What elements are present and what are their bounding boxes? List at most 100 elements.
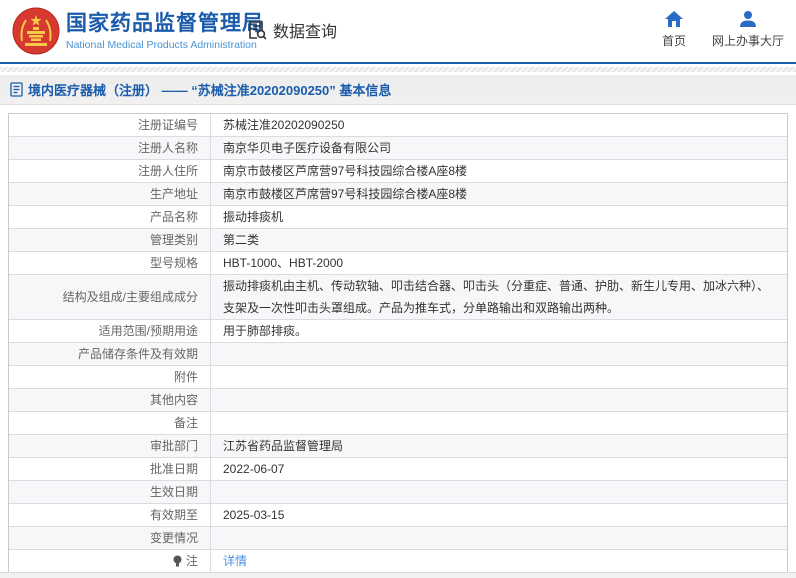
row-value — [211, 412, 787, 434]
row-value: 详情 — [211, 550, 787, 572]
row-label-text: 产品储存条件及有效期 — [77, 347, 198, 361]
row-value-text: 2025-03-15 — [223, 508, 285, 522]
table-row: 型号规格 HBT-1000、HBT-2000 — [9, 252, 787, 275]
row-label: 其他内容 — [9, 389, 211, 411]
row-label: 生产地址 — [9, 183, 211, 205]
breadcrumb: 境内医疗器械（注册） —— “苏械注准20202090250” 基本信息 — [0, 75, 796, 105]
row-value-text: 江苏省药品监督管理局 — [223, 439, 344, 453]
row-label: 适用范围/预期用途 — [9, 320, 211, 342]
row-value: 用于肺部排痰。 — [211, 320, 787, 342]
row-value-text: 振动排痰机 — [223, 210, 284, 224]
row-label-text: 其他内容 — [149, 393, 198, 407]
row-label-text: 注 — [185, 554, 198, 568]
national-emblem-logo — [12, 7, 60, 55]
row-label-text: 产品名称 — [149, 210, 198, 224]
row-label: 备注 — [9, 412, 211, 434]
row-label-text: 有效期至 — [149, 508, 198, 522]
page: 国家药品监督管理局 National Medical Products Admi… — [0, 0, 796, 578]
top-nav: 首页 网上办事大厅 — [662, 10, 784, 49]
row-value: 南京市鼓楼区芦席营97号科技园综合楼A座8楼 — [211, 183, 787, 205]
row-label: 注 — [9, 550, 211, 572]
data-query-menu[interactable]: 数据查询 — [246, 18, 337, 42]
row-value-text: 南京市鼓楼区芦席营97号科技园综合楼A座8楼 — [223, 187, 468, 201]
org-title-block: 国家药品监督管理局 National Medical Products Admi… — [66, 11, 264, 53]
row-label: 批准日期 — [9, 458, 211, 480]
row-label: 注册人名称 — [9, 137, 211, 159]
row-value — [211, 343, 787, 365]
row-label: 结构及组成/主要组成成分 — [9, 275, 211, 319]
row-label: 附件 — [9, 366, 211, 388]
table-row: 生产地址 南京市鼓楼区芦席营97号科技园综合楼A座8楼 — [9, 183, 787, 206]
table-row: 附件 — [9, 366, 787, 389]
row-label-text: 适用范围/预期用途 — [98, 324, 198, 338]
row-label-text: 注册人住所 — [137, 164, 198, 178]
note-icon — [172, 555, 183, 568]
registration-info-table: 注册证编号 苏械注准20202090250 注册人名称 南京华贝电子医疗设备有限… — [8, 113, 788, 573]
row-label: 审批部门 — [9, 435, 211, 457]
row-value-text: 振动排痰机由主机、传动软轴、叩击结合器、叩击头（分重症、普通、护肋、新生儿专用、… — [223, 279, 770, 315]
user-icon — [738, 10, 758, 28]
row-label: 生效日期 — [9, 481, 211, 503]
nav-service-hall[interactable]: 网上办事大厅 — [712, 10, 784, 49]
row-value-text: 苏械注准20202090250 — [223, 118, 345, 132]
row-label: 产品名称 — [9, 206, 211, 228]
row-label: 注册证编号 — [9, 114, 211, 136]
table-row: 其他内容 — [9, 389, 787, 412]
row-value: HBT-1000、HBT-2000 — [211, 252, 787, 274]
row-label-text: 备注 — [173, 416, 198, 430]
row-label-text: 生产地址 — [149, 187, 198, 201]
row-value-text: 南京华贝电子医疗设备有限公司 — [223, 141, 392, 155]
table-row: 管理类别 第二类 — [9, 229, 787, 252]
row-label-text: 结构及组成/主要组成成分 — [62, 290, 198, 304]
row-value: 2025-03-15 — [211, 504, 787, 526]
row-label-text: 型号规格 — [149, 256, 198, 270]
row-label: 变更情况 — [9, 527, 211, 549]
divider-texture — [0, 67, 796, 72]
table-row: 备注 — [9, 412, 787, 435]
row-label-text: 批准日期 — [149, 462, 198, 476]
data-query-icon — [246, 19, 268, 41]
row-label-text: 管理类别 — [149, 233, 198, 247]
home-icon — [664, 10, 684, 28]
row-label: 型号规格 — [9, 252, 211, 274]
row-label: 产品储存条件及有效期 — [9, 343, 211, 365]
row-value-text: HBT-1000、HBT-2000 — [223, 256, 344, 270]
row-value — [211, 366, 787, 388]
table-row: 有效期至 2025-03-15 — [9, 504, 787, 527]
row-value: 第二类 — [211, 229, 787, 251]
row-label-text: 审批部门 — [149, 439, 198, 453]
row-value-text: 第二类 — [223, 233, 260, 247]
org-name-cn: 国家药品监督管理局 — [66, 12, 264, 35]
detail-link[interactable]: 详情 — [223, 554, 247, 568]
nav-hall-label: 网上办事大厅 — [711, 34, 784, 48]
row-value: 2022-06-07 — [211, 458, 787, 480]
table-row: 审批部门 江苏省药品监督管理局 — [9, 435, 787, 458]
table-row: 适用范围/预期用途 用于肺部排痰。 — [9, 320, 787, 343]
nav-home-label: 首页 — [661, 34, 686, 48]
row-label: 管理类别 — [9, 229, 211, 251]
row-label-text: 变更情况 — [149, 531, 198, 545]
row-label-text: 注册证编号 — [137, 118, 198, 132]
row-value: 南京华贝电子医疗设备有限公司 — [211, 137, 787, 159]
row-label-text: 附件 — [173, 370, 198, 384]
row-label-text: 生效日期 — [149, 485, 198, 499]
row-value: 南京市鼓楼区芦席营97号科技园综合楼A座8楼 — [211, 160, 787, 182]
org-name-en: National Medical Products Administration — [66, 39, 257, 51]
nav-home[interactable]: 首页 — [662, 10, 686, 49]
row-value-text: 用于肺部排痰。 — [223, 324, 308, 338]
table-row: 注册人住所 南京市鼓楼区芦席营97号科技园综合楼A座8楼 — [9, 160, 787, 183]
table-row: 注 详情 — [9, 550, 787, 573]
site-header: 国家药品监督管理局 National Medical Products Admi… — [0, 0, 796, 64]
table-row: 结构及组成/主要组成成分 振动排痰机由主机、传动软轴、叩击结合器、叩击头（分重症… — [9, 275, 787, 320]
row-value-text: 2022-06-07 — [223, 462, 285, 476]
table-row: 生效日期 — [9, 481, 787, 504]
row-value: 振动排痰机 — [211, 206, 787, 228]
row-value: 振动排痰机由主机、传动软轴、叩击结合器、叩击头（分重症、普通、护肋、新生儿专用、… — [211, 275, 787, 319]
row-value: 江苏省药品监督管理局 — [211, 435, 787, 457]
table-row: 批准日期 2022-06-07 — [9, 458, 787, 481]
table-row: 产品名称 振动排痰机 — [9, 206, 787, 229]
row-value — [211, 481, 787, 503]
data-query-label: 数据查询 — [273, 24, 338, 41]
footer-strip — [0, 572, 796, 578]
document-icon — [10, 82, 23, 97]
